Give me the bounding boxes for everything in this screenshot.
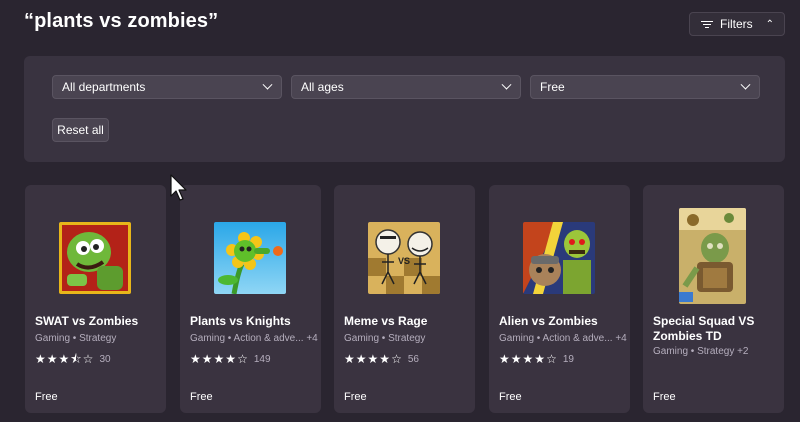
star-icon: ★ [213, 352, 225, 366]
star-icon: ★ [58, 352, 70, 366]
star-rating: ★ ★ ★ ★ ☆ [499, 353, 557, 365]
mouse-cursor-icon [170, 174, 187, 201]
chevron-down-icon [501, 79, 512, 90]
star-icon: ★ [379, 352, 391, 366]
app-thumbnail [679, 208, 746, 304]
app-category: Gaming • Strategy [344, 333, 426, 344]
departments-dropdown[interactable]: All departments [52, 75, 282, 99]
star-rating: ★ ★ ★ ★ ☆ [190, 353, 248, 365]
star-icon: ★ [499, 352, 510, 366]
app-card-special-squad-vs-zombies-td[interactable]: Special Squad VS Zombies TD Gaming • Str… [643, 185, 784, 413]
app-thumbnail [523, 222, 595, 294]
app-price: Free [344, 391, 367, 403]
price-value: Free [540, 80, 565, 94]
filter-icon [700, 20, 714, 28]
review-count: 56 [407, 353, 419, 365]
app-thumbnail [214, 222, 286, 294]
star-icon: ★ [225, 352, 237, 366]
filter-panel: All departments All ages Free Reset all [24, 56, 785, 162]
star-icon: ★ [367, 352, 379, 366]
star-empty-icon: ☆ [237, 352, 248, 366]
star-icon: ★ [534, 352, 546, 366]
review-count: 19 [562, 353, 574, 365]
app-name: Plants vs Knights [190, 314, 291, 328]
star-icon: ★ [510, 352, 522, 366]
app-category: Gaming • Strategy +2 [653, 346, 749, 357]
app-card-meme-vs-rage[interactable]: VS Meme vs Rage Gaming • Strategy ★ ★ ★ … [334, 185, 475, 413]
app-category: Gaming • Action & adve... +4 [190, 333, 318, 344]
reset-all-button[interactable]: Reset all [52, 118, 109, 142]
app-name: Alien vs Zombies [499, 314, 598, 328]
chevron-down-icon [262, 79, 273, 90]
app-price: Free [190, 391, 213, 403]
app-category: Gaming • Action & adve... +4 [499, 333, 627, 344]
star-icon: ★ [190, 352, 201, 366]
chevron-up-icon: ⌃ [765, 18, 774, 30]
ages-dropdown[interactable]: All ages [291, 75, 521, 99]
star-rating: ★ ★ ★ ⯪ ☆ [35, 353, 93, 365]
app-category: Gaming • Strategy [35, 333, 117, 344]
app-rating: ★ ★ ★ ★ ☆ 56 [344, 353, 419, 365]
app-price: Free [499, 391, 522, 403]
star-icon: ★ [522, 352, 534, 366]
app-card-swat-vs-zombies[interactable]: SWAT vs Zombies Gaming • Strategy ★ ★ ★ … [25, 185, 166, 413]
search-title: “plants vs zombies” [24, 10, 219, 32]
filters-button[interactable]: Filters ⌃ [689, 12, 785, 36]
ages-value: All ages [301, 80, 344, 94]
app-name: Special Squad VS Zombies TD [653, 314, 755, 343]
star-icon: ★ [35, 352, 46, 366]
app-card-alien-vs-zombies[interactable]: Alien vs Zombies Gaming • Action & adve.… [489, 185, 630, 413]
departments-value: All departments [62, 80, 146, 94]
star-empty-icon: ☆ [391, 352, 402, 366]
filters-label: Filters [720, 17, 753, 31]
review-count: 30 [99, 353, 111, 365]
star-empty-icon: ☆ [82, 352, 94, 366]
app-name: Meme vs Rage [344, 314, 428, 328]
app-rating: ★ ★ ★ ★ ☆ 149 [190, 353, 271, 365]
star-icon: ★ [201, 352, 213, 366]
app-rating: ★ ★ ★ ★ ☆ 19 [499, 353, 574, 365]
chevron-down-icon [740, 79, 751, 90]
app-price: Free [35, 391, 58, 403]
star-icon: ★ [46, 352, 58, 366]
app-rating: ★ ★ ★ ⯪ ☆ 30 [35, 353, 111, 365]
app-name: SWAT vs Zombies [35, 314, 139, 328]
app-thumbnail: VS [368, 222, 440, 294]
app-card-plants-vs-knights[interactable]: Plants vs Knights Gaming • Action & adve… [180, 185, 321, 413]
star-icon: ★ [355, 352, 367, 366]
svg-text:VS: VS [398, 256, 410, 266]
star-icon: ★ [344, 352, 355, 366]
star-empty-icon: ☆ [546, 352, 557, 366]
review-count: 149 [253, 353, 271, 365]
app-price: Free [653, 391, 676, 403]
star-rating: ★ ★ ★ ★ ☆ [344, 353, 402, 365]
app-thumbnail [59, 222, 131, 294]
star-half-icon: ⯪ [70, 352, 82, 366]
price-dropdown[interactable]: Free [530, 75, 760, 99]
